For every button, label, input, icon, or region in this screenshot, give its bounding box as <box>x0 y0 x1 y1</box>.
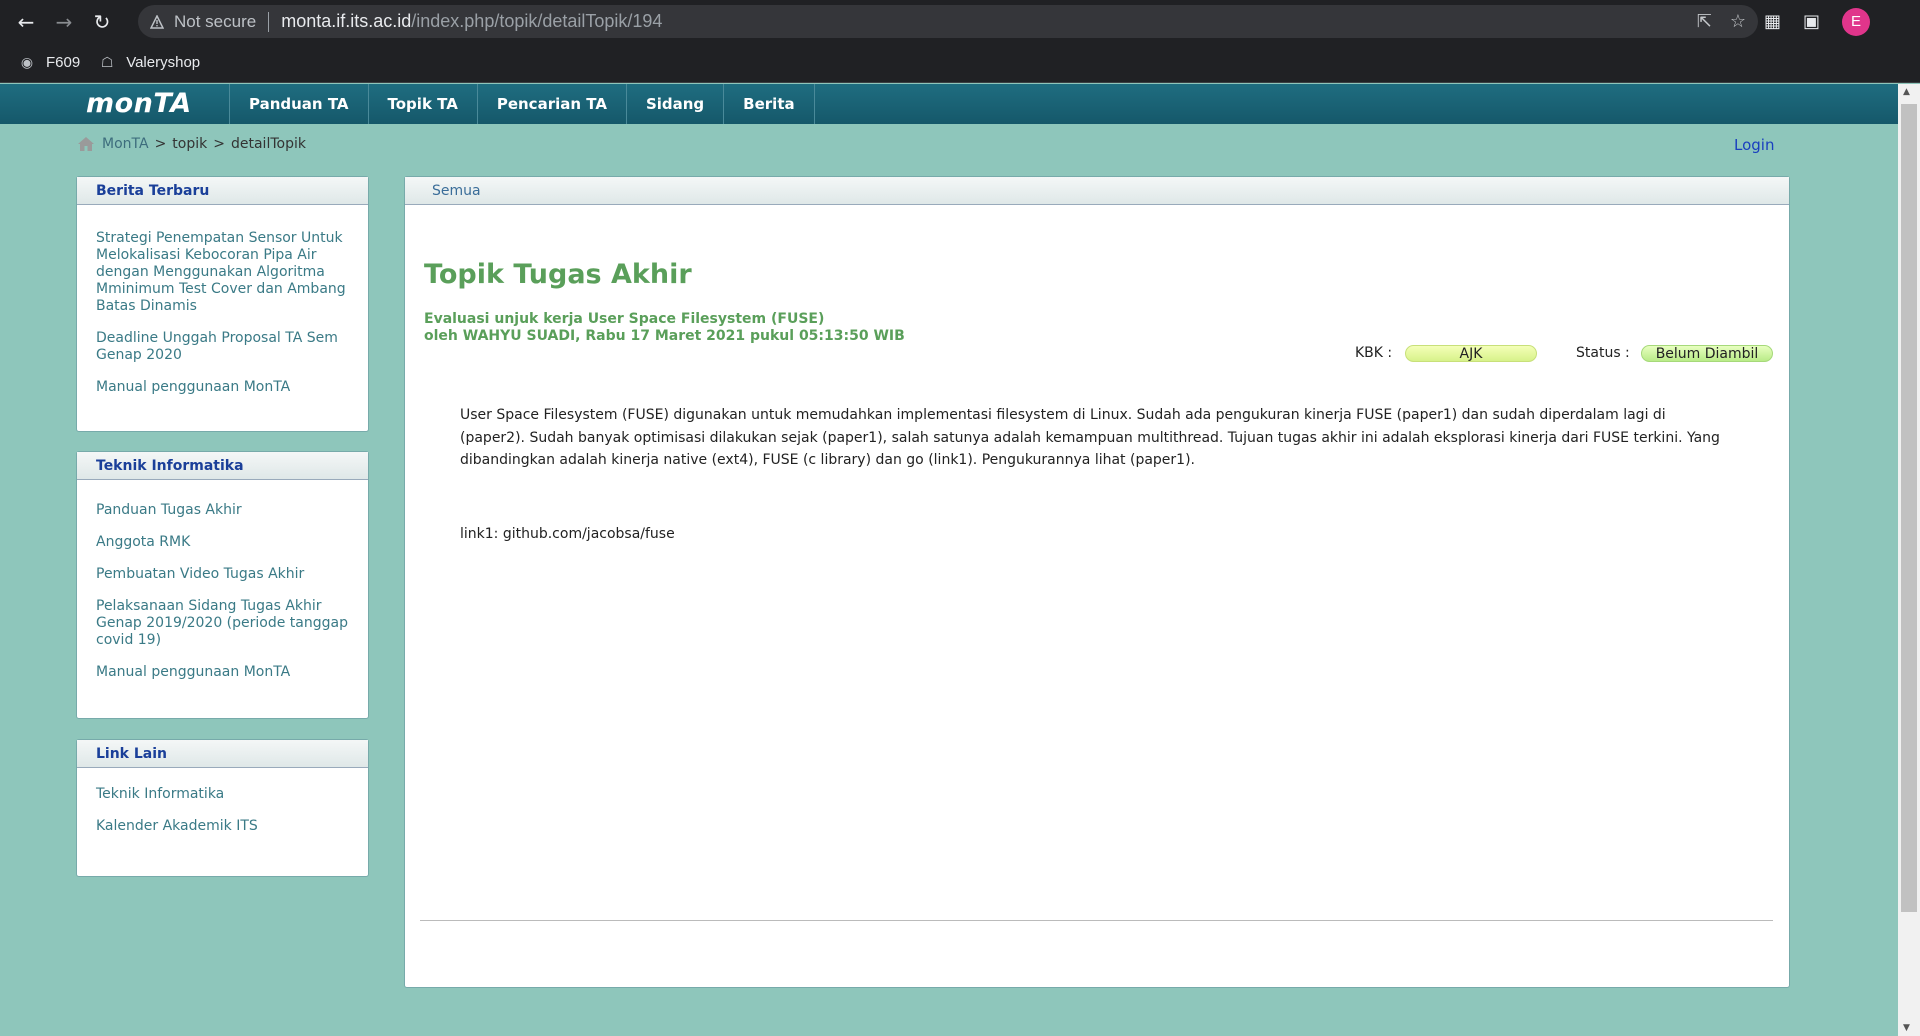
url-host: monta.if.its.ac.id <box>281 11 412 31</box>
address-bar[interactable]: Not secure monta.if.its.ac.id/index.php/… <box>138 5 1758 38</box>
sidebar-teknik-box: Teknik Informatika Panduan Tugas Akhir A… <box>76 451 369 719</box>
globe-icon: ◉ <box>20 54 34 70</box>
bookmark-label: Valeryshop <box>126 54 201 71</box>
menu-berita[interactable]: Berita <box>723 84 815 124</box>
sidebar-teknik-title: Teknik Informatika <box>77 452 368 480</box>
linklain-item[interactable]: Kalender Akademik ITS <box>96 818 349 835</box>
topic-description: User Space Filesystem (FUSE) digunakan u… <box>460 407 1720 468</box>
sidebar-berita-title: Berita Terbaru <box>77 177 368 205</box>
breadcrumb-separator: > <box>213 136 225 152</box>
topic-title: Evaluasi unjuk kerja User Space Filesyst… <box>424 311 825 327</box>
berita-item[interactable]: Deadline Unggah Proposal TA Sem Genap 20… <box>96 330 349 364</box>
topic-meta: oleh WAHYU SUADI, Rabu 17 Maret 2021 puk… <box>424 328 905 344</box>
main-panel: Semua Topik Tugas Akhir Evaluasi unjuk k… <box>404 176 1790 988</box>
breadcrumb: MonTA > topik > detailTopik <box>78 136 306 152</box>
breadcrumb-detail: detailTopik <box>230 136 306 152</box>
sidebar-berita-box: Berita Terbaru Strategi Penempatan Senso… <box>76 176 369 432</box>
bookmarks-bar: ◉ F609 ☖ Valeryshop <box>0 43 1920 83</box>
url-path: /index.php/topik/detailTopik/194 <box>411 11 663 31</box>
status-label: Status : <box>1576 345 1630 361</box>
teknik-item[interactable]: Pembuatan Video Tugas Akhir <box>96 566 349 583</box>
extensions-icon[interactable]: ▦ <box>1764 11 1781 32</box>
main-menu: Panduan TA Topik TA Pencarian TA Sidang … <box>229 84 815 124</box>
warning-icon <box>150 14 164 29</box>
bookmark-label: F609 <box>46 54 81 71</box>
bookmark-star-icon[interactable]: ☆ <box>1730 11 1746 32</box>
site-header: monTA Panduan TA Topik TA Pencarian TA S… <box>0 84 1898 124</box>
teknik-item[interactable]: Manual penggunaan MonTA <box>96 664 349 681</box>
scroll-thumb[interactable] <box>1901 104 1917 912</box>
profile-avatar[interactable]: E <box>1842 7 1870 36</box>
shop-icon: ☖ <box>100 54 114 70</box>
status-badge: Belum Diambil <box>1641 345 1773 362</box>
sidebar-linklain-title: Link Lain <box>77 740 368 768</box>
home-icon <box>78 137 94 151</box>
linklain-item[interactable]: Teknik Informatika <box>96 786 349 803</box>
teknik-item[interactable]: Anggota RMK <box>96 534 349 551</box>
menu-pencarian-ta[interactable]: Pencarian TA <box>476 84 626 124</box>
url-separator <box>268 11 270 32</box>
sidebar-linklain-box: Link Lain Teknik Informatika Kalender Ak… <box>76 739 369 877</box>
tab-semua[interactable]: Semua <box>432 183 481 199</box>
teknik-item[interactable]: Panduan Tugas Akhir <box>96 502 349 519</box>
menu-topik-ta[interactable]: Topik TA <box>367 84 477 124</box>
topic-link: link1: github.com/jacobsa/fuse <box>460 526 675 542</box>
divider <box>420 920 1773 921</box>
breadcrumb-topik[interactable]: topik <box>172 136 207 152</box>
login-link[interactable]: Login <box>1734 136 1774 154</box>
scroll-up-icon[interactable]: ▲ <box>1903 87 1910 97</box>
kbk-badge: AJK <box>1405 345 1537 362</box>
page-title: Topik Tugas Akhir <box>424 259 692 290</box>
bookmark-f609[interactable]: ◉ F609 <box>18 54 80 72</box>
share-icon[interactable]: ⇱ <box>1697 11 1712 32</box>
back-arrow-icon[interactable]: ← <box>14 10 38 34</box>
scroll-down-icon[interactable]: ▼ <box>1903 1023 1910 1033</box>
menu-panduan-ta[interactable]: Panduan TA <box>229 84 368 124</box>
kbk-label: KBK : <box>1355 345 1393 361</box>
browser-toolbar: ← → ↻ Not secure monta.if.its.ac.id/inde… <box>0 0 1920 43</box>
forward-arrow-icon[interactable]: → <box>52 10 76 34</box>
side-panel-icon[interactable]: ▣ <box>1803 11 1820 32</box>
teknik-item[interactable]: Pelaksanaan Sidang Tugas Akhir Genap 201… <box>96 598 349 649</box>
bookmark-valeryshop[interactable]: ☖ Valeryshop <box>98 54 200 72</box>
not-secure-label: Not secure <box>174 11 257 31</box>
breadcrumb-separator: > <box>154 136 167 152</box>
main-tabbar: Semua <box>405 177 1789 205</box>
site-logo[interactable]: monTA <box>86 88 192 119</box>
reload-icon[interactable]: ↻ <box>90 10 114 34</box>
menu-sidang[interactable]: Sidang <box>625 84 723 124</box>
berita-item[interactable]: Manual penggunaan MonTA <box>96 379 349 396</box>
berita-item[interactable]: Strategi Penempatan Sensor Untuk Melokal… <box>96 230 349 315</box>
page-scrollbar[interactable]: ▲ ▼ <box>1898 84 1920 1036</box>
breadcrumb-monta[interactable]: MonTA <box>102 136 149 152</box>
